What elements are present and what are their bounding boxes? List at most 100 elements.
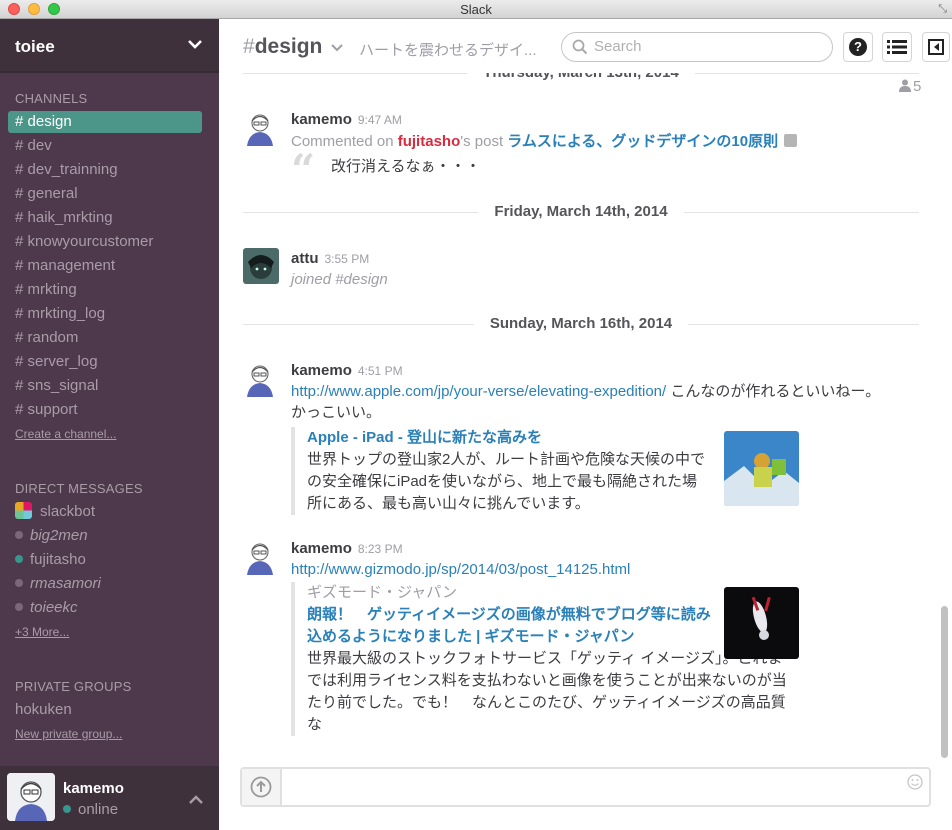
attachment-thumbnail[interactable] [724, 431, 799, 506]
current-user-name: kamemo [63, 780, 124, 797]
day-divider-label: Sunday, March 16th, 2014 [473, 315, 689, 332]
day-divider: Friday, March 14th, 2014 [243, 202, 919, 222]
message-timestamp[interactable]: 3:55 PM [325, 252, 370, 266]
attachment-thumbnail[interactable] [724, 587, 799, 659]
dm-item-big2men[interactable]: big2men [15, 525, 88, 547]
message-link[interactable]: http://www.apple.com/jp/your-verse/eleva… [291, 383, 666, 400]
fullscreen-icon[interactable]: ⤡ [938, 3, 947, 16]
sidebar: toiee CHANNELS # design # dev # dev_trai… [0, 19, 219, 830]
sidebar-channel-dev[interactable]: # dev [8, 135, 202, 157]
message-avatar[interactable] [243, 248, 279, 284]
channel-header: #design ハートを震わせるデザイ... ? [219, 19, 952, 73]
file-upload-button[interactable] [242, 769, 282, 805]
sidebar-channel-haik-mrkting[interactable]: # haik_mrkting [8, 207, 202, 229]
help-button[interactable]: ? [843, 32, 873, 62]
message-input[interactable] [290, 777, 890, 794]
message-list[interactable]: Thursday, March 13th, 2014 kamemo 9:47 AM… [219, 73, 939, 763]
create-channel-link[interactable]: Create a channel... [15, 427, 116, 441]
sidebar-channel-general[interactable]: # general [8, 183, 202, 205]
presence-online-icon [15, 555, 23, 563]
dm-item-rmasamori[interactable]: rmasamori [15, 573, 101, 595]
sidebar-channel-support[interactable]: # support [8, 399, 202, 421]
new-private-group-link[interactable]: New private group... [15, 727, 122, 741]
window-titlebar: Slack ⤡ [0, 0, 952, 19]
day-divider: Sunday, March 16th, 2014 [243, 314, 919, 334]
day-divider-label: Friday, March 14th, 2014 [478, 203, 684, 220]
avatar [7, 773, 55, 821]
message-sender[interactable]: kamemo 9:47 AM [291, 111, 402, 128]
chevron-down-icon[interactable] [331, 43, 343, 53]
message-avatar[interactable] [243, 539, 279, 575]
emoji-icon[interactable] [907, 774, 923, 790]
attachment-text: 世界トップの登山家2人が、ルート計画や危険な天候の中での安全確保にiPadを使い… [307, 451, 706, 512]
presence-away-icon [15, 603, 23, 611]
presence-away-icon [15, 579, 23, 587]
channel-hash: # [243, 35, 255, 58]
message-sender[interactable]: kamemo 4:51 PM [291, 362, 403, 379]
sidebar-channel-dev-trainning[interactable]: # dev_trainning [8, 159, 202, 181]
sidebar-channel-management[interactable]: # management [8, 255, 202, 277]
dm-item-label: toieekc [30, 599, 78, 616]
current-user-status: online [63, 801, 118, 818]
slackbot-icon [15, 502, 32, 519]
group-item-hokuken[interactable]: hokuken [15, 699, 72, 721]
search-box[interactable] [561, 32, 833, 62]
sidebar-channel-knowyourcustomer[interactable]: # knowyourcustomer [8, 231, 202, 253]
dm-item-toieekc[interactable]: toieekc [15, 597, 78, 619]
attachment-title[interactable]: Apple - iPad - 登山に新たな高みを [307, 427, 721, 449]
channel-title[interactable]: #design [243, 35, 322, 59]
attachment-title[interactable]: 朗報！ ゲッティイメージズの画像が無料でブログ等に読み込めるようになりました |… [307, 604, 712, 648]
sender-name: kamemo [291, 362, 352, 379]
scrollbar-thumb[interactable] [941, 606, 948, 758]
search-icon [572, 39, 588, 55]
message-avatar[interactable] [243, 361, 279, 397]
post-link[interactable]: ラムスによる、グッドデザインの10原則 [507, 133, 778, 150]
dm-item-label: rmasamori [30, 575, 101, 592]
direct-messages-section-title[interactable]: DIRECT MESSAGES [15, 481, 143, 496]
message-timestamp[interactable]: 8:23 PM [358, 542, 403, 556]
message-timestamp[interactable]: 4:51 PM [358, 364, 403, 378]
chevron-down-icon [188, 40, 202, 49]
help-icon: ? [849, 38, 867, 56]
link-attachment: ギズモード・ジャパン 朗報！ ゲッティイメージズの画像が無料でブログ等に読み込め… [291, 582, 791, 736]
dm-item-fujitasho[interactable]: fujitasho [15, 549, 86, 571]
dm-item-label: fujitasho [30, 551, 86, 568]
comment-text: 改行消えるなぁ・・・ [331, 158, 481, 175]
user-mention[interactable]: fujitasho [398, 133, 461, 150]
toggle-panel-button[interactable] [922, 32, 950, 62]
sidebar-channel-mrkting[interactable]: # mrkting [8, 279, 202, 301]
window-title: Slack [460, 2, 492, 17]
message-timestamp[interactable]: 9:47 AM [358, 113, 402, 127]
day-divider-label: Thursday, March 13th, 2014 [467, 73, 695, 81]
message-sender[interactable]: kamemo 8:23 PM [291, 540, 403, 557]
channels-section-title[interactable]: CHANNELS [15, 91, 87, 106]
upload-arrow-icon [250, 776, 272, 798]
channel-purpose[interactable]: ハートを震わせるデザイ... [359, 39, 549, 60]
sender-name: kamemo [291, 111, 352, 128]
dm-item-slackbot[interactable]: slackbot [15, 501, 95, 523]
join-message-text: joined #design [291, 271, 388, 288]
dm-item-label: slackbot [40, 503, 96, 520]
post-suffix: 's post [460, 133, 508, 150]
quote-icon: “ [291, 145, 316, 194]
search-input[interactable] [594, 38, 824, 55]
message-link[interactable]: http://www.gizmodo.jp/sp/2014/03/post_14… [291, 561, 630, 578]
message-text-line2: かっこいい。 [291, 404, 382, 421]
external-link-icon[interactable] [784, 134, 798, 147]
sidebar-channel-random[interactable]: # random [8, 327, 202, 349]
sidebar-channel-server-log[interactable]: # server_log [8, 351, 202, 373]
team-menu[interactable]: toiee [0, 19, 219, 73]
user-menu[interactable]: kamemo online [0, 766, 219, 830]
sidebar-channel-sns-signal[interactable]: # sns_signal [8, 375, 202, 397]
list-icon [887, 40, 907, 54]
more-dms-link[interactable]: +3 More... [15, 625, 69, 639]
flex-pane-list-button[interactable] [882, 32, 912, 62]
message-body: http://www.gizmodo.jp/sp/2014/03/post_14… [291, 559, 901, 580]
message-body: http://www.apple.com/jp/your-verse/eleva… [291, 381, 911, 423]
sidebar-channel-design[interactable]: # design [8, 111, 202, 133]
message-sender[interactable]: attu 3:55 PM [291, 250, 369, 267]
sender-name: attu [291, 250, 319, 267]
message-avatar[interactable] [243, 110, 279, 146]
private-groups-section-title[interactable]: PRIVATE GROUPS [15, 679, 131, 694]
sidebar-channel-mrkting-log[interactable]: # mrkting_log [8, 303, 202, 325]
